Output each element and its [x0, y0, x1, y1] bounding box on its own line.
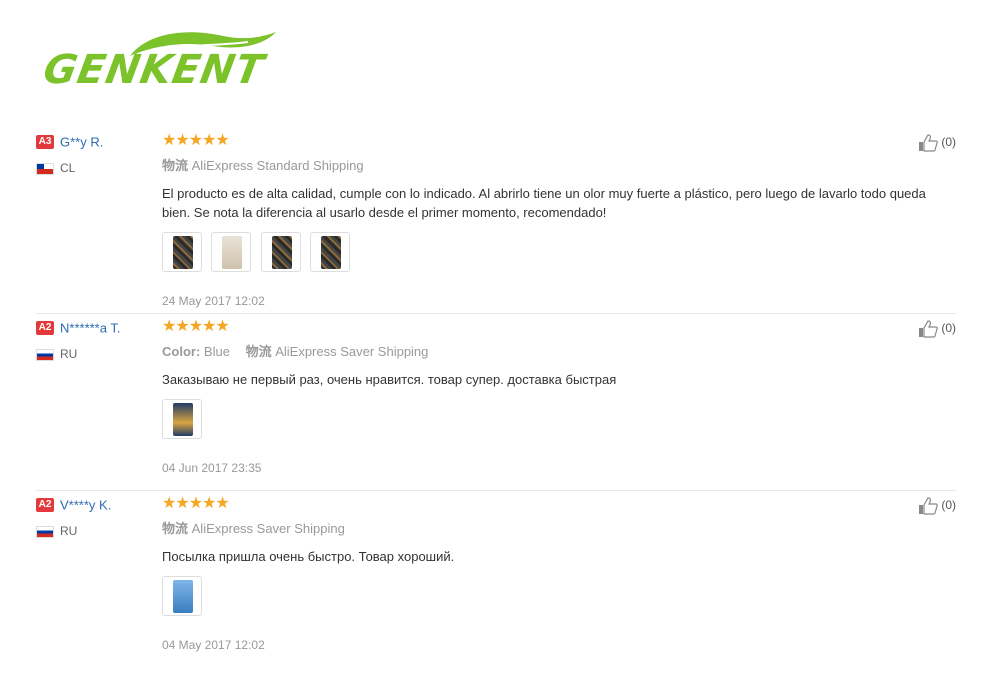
thumbs-up-icon	[919, 134, 939, 152]
product-photo	[173, 403, 193, 436]
review-text: El producto es de alta calidad, cumple c…	[162, 186, 926, 220]
helpful-count: (0)	[941, 321, 956, 336]
shipping-label: 物流	[245, 344, 272, 359]
reviewer-info: A2 N******a T. RU	[36, 319, 156, 361]
review-text: Посылка пришла очень быстро. Товар хорош…	[162, 549, 455, 564]
country-code: RU	[60, 347, 78, 361]
buyer-level-badge: A3	[36, 134, 54, 149]
review-date: 04 Jun 2017 23:35	[162, 461, 262, 475]
review-photo-thumbnail[interactable]	[162, 232, 202, 272]
review-item: A2 N******a T. RU ★★★★★ Color: Blue 物流 Al…	[36, 314, 956, 491]
reviewer-name[interactable]: V****y K.	[60, 497, 111, 512]
review-photos	[162, 399, 862, 441]
review-photo-thumbnail[interactable]	[310, 232, 351, 272]
review-photo-thumbnail[interactable]	[260, 232, 301, 272]
color-value: Blue	[203, 344, 230, 359]
reviewer-country: RU	[36, 524, 156, 538]
product-photo	[222, 236, 243, 269]
reviewer-country: RU	[36, 347, 156, 361]
star-rating: ★★★★★	[162, 318, 230, 335]
helpful-count: (0)	[941, 498, 956, 513]
russia-flag-icon	[36, 525, 54, 538]
product-photo	[173, 236, 193, 269]
product-photo	[173, 580, 193, 613]
shipping-method: AliExpress Saver Shipping	[191, 521, 345, 536]
order-info: 物流 AliExpress Saver Shipping	[162, 518, 862, 537]
review-date: 04 May 2017 12:02	[162, 638, 265, 652]
reviewer-country: CL	[36, 161, 156, 175]
review-body: ★★★★★ 物流 AliExpress Standard Shipping El…	[162, 132, 926, 308]
chile-flag-icon	[36, 162, 54, 175]
review-item: A2 V****y K. RU ★★★★★ 物流 AliExpress Saver…	[36, 491, 956, 661]
star-rating: ★★★★★	[162, 132, 230, 149]
shipping-label: 物流	[162, 158, 189, 173]
shipping-method: AliExpress Standard Shipping	[191, 158, 364, 173]
review-item: A3 G**y R. CL ★★★★★ 物流 AliExpress Standar…	[36, 128, 956, 314]
star-rating: ★★★★★	[162, 495, 230, 512]
brand-logo: GENKENT	[40, 28, 320, 94]
reviewer-info: A2 V****y K. RU	[36, 496, 156, 538]
review-photo-thumbnail[interactable]	[162, 576, 202, 616]
thumbs-up-icon	[919, 497, 939, 515]
product-photo	[321, 236, 342, 269]
review-photo-thumbnail[interactable]	[162, 399, 202, 439]
thumbs-up-icon	[919, 320, 939, 338]
russia-flag-icon	[36, 348, 54, 361]
review-date: 24 May 2017 12:02	[162, 294, 265, 308]
shipping-method: AliExpress Saver Shipping	[275, 344, 429, 359]
buyer-level-badge: A2	[36, 497, 54, 512]
helpful-count: (0)	[941, 135, 956, 150]
review-text: Заказываю не первый раз, очень нравится.…	[162, 372, 617, 387]
brand-name: GENKENT	[39, 47, 268, 93]
reviewer-info: A3 G**y R. CL	[36, 133, 156, 175]
product-photo	[271, 236, 292, 269]
shipping-label: 物流	[162, 521, 189, 536]
review-body: ★★★★★ 物流 AliExpress Saver Shipping Посыл…	[162, 495, 862, 652]
country-code: CL	[60, 161, 76, 175]
order-info: 物流 AliExpress Standard Shipping	[162, 155, 862, 174]
country-code: RU	[60, 524, 78, 538]
helpful-button[interactable]: (0)	[918, 134, 956, 152]
review-photos	[162, 232, 862, 274]
review-photo-thumbnail[interactable]	[211, 232, 252, 272]
reviewer-name[interactable]: N******a T.	[60, 320, 120, 335]
helpful-button[interactable]: (0)	[918, 320, 956, 338]
review-photos	[162, 576, 862, 618]
color-label: Color:	[162, 344, 201, 359]
review-body: ★★★★★ Color: Blue 物流 AliExpress Saver Sh…	[162, 318, 862, 475]
buyer-level-badge: A2	[36, 320, 54, 335]
order-info: Color: Blue 物流 AliExpress Saver Shipping	[162, 341, 862, 360]
reviewer-name[interactable]: G**y R.	[60, 134, 103, 149]
helpful-button[interactable]: (0)	[918, 497, 956, 515]
